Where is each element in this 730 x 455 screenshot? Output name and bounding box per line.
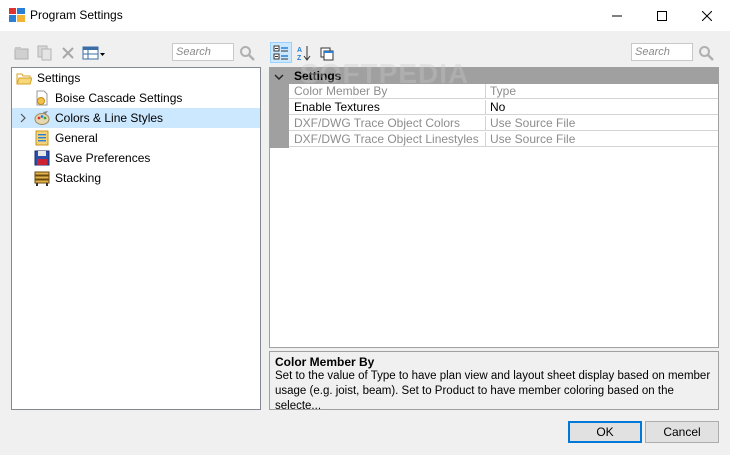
property-row-enable-textures[interactable]: Enable Textures No xyxy=(270,100,718,116)
svg-text:Z: Z xyxy=(297,55,302,61)
description-text: Set to the value of Type to have plan vi… xyxy=(275,370,711,410)
search-icon xyxy=(699,46,714,61)
tree-search-button[interactable] xyxy=(239,45,255,61)
delete-icon xyxy=(62,47,74,59)
tree-item-settings[interactable]: Settings xyxy=(16,68,258,88)
property-value[interactable]: Use Source File xyxy=(485,132,718,147)
stacking-icon xyxy=(34,170,50,186)
title-bar: Program Settings xyxy=(0,0,730,31)
tree-item-general[interactable]: General xyxy=(34,128,258,148)
property-pages-icon xyxy=(320,47,334,61)
tree-item-label: Colors & Line Styles xyxy=(55,111,164,125)
settings-tree[interactable]: Settings Boise Cascade Settings Colors &… xyxy=(11,67,261,410)
view-options-dropdown[interactable] xyxy=(82,45,106,61)
grid-search-button[interactable] xyxy=(698,45,714,61)
category-row-settings[interactable]: Settings xyxy=(270,68,718,84)
expand-chevron-icon[interactable] xyxy=(12,113,34,123)
close-button[interactable] xyxy=(684,0,729,31)
grid-view-icon xyxy=(82,46,105,60)
app-icon xyxy=(9,8,25,22)
maximize-icon xyxy=(656,10,667,21)
tree-item-boise-cascade[interactable]: Boise Cascade Settings xyxy=(34,88,258,108)
sort-az-icon: A Z xyxy=(297,46,311,61)
property-value[interactable]: No xyxy=(485,100,718,115)
tree-item-label: Stacking xyxy=(55,171,102,185)
collapse-chevron-icon[interactable] xyxy=(274,71,284,85)
tree-item-label: Settings xyxy=(37,71,81,85)
property-value[interactable]: Type xyxy=(485,84,718,99)
new-folder-icon xyxy=(14,47,29,60)
categorized-icon xyxy=(273,45,288,59)
copy-icon xyxy=(37,45,52,61)
property-name: DXF/DWG Trace Object Linestyles xyxy=(289,132,485,147)
maximize-button[interactable] xyxy=(639,0,684,31)
grid-search-box[interactable] xyxy=(631,43,693,61)
property-row-color-member-by[interactable]: Color Member By Type xyxy=(270,84,718,100)
window-title: Program Settings xyxy=(30,8,123,22)
tree-item-label: Save Preferences xyxy=(55,151,151,165)
property-value[interactable]: Use Source File xyxy=(485,116,718,131)
settings-page-icon xyxy=(34,90,50,106)
ok-button[interactable]: OK xyxy=(568,421,642,443)
tree-item-stacking[interactable]: Stacking xyxy=(34,168,258,188)
categorized-button[interactable] xyxy=(270,42,292,63)
cancel-button[interactable]: Cancel xyxy=(645,421,719,443)
category-label: Settings xyxy=(294,69,342,83)
alphabetical-button[interactable]: A Z xyxy=(296,45,312,61)
close-icon xyxy=(701,10,712,21)
folder-open-icon xyxy=(16,70,32,86)
tree-item-colors-line-styles[interactable]: Colors & Line Styles xyxy=(12,108,260,128)
svg-text:A: A xyxy=(297,47,302,54)
description-title: Color Member By xyxy=(275,355,375,369)
property-row-trace-object-colors[interactable]: DXF/DWG Trace Object Colors Use Source F… xyxy=(270,116,718,132)
property-row-trace-object-linestyles[interactable]: DXF/DWG Trace Object Linestyles Use Sour… xyxy=(270,132,718,148)
property-name: DXF/DWG Trace Object Colors xyxy=(289,116,485,131)
minimize-icon xyxy=(611,15,622,16)
new-folder-button[interactable] xyxy=(14,45,30,61)
tree-item-save-preferences[interactable]: Save Preferences xyxy=(34,148,258,168)
property-name: Color Member By xyxy=(289,84,485,99)
description-panel: Color Member By Set to the value of Type… xyxy=(269,351,719,410)
palette-icon xyxy=(34,110,50,126)
property-grid[interactable]: Settings Color Member By Type Enable Tex… xyxy=(269,67,719,348)
property-pages-button[interactable] xyxy=(318,45,334,61)
grid-search-input[interactable] xyxy=(632,44,692,60)
copy-button[interactable] xyxy=(37,45,53,61)
property-name: Enable Textures xyxy=(289,100,485,115)
tree-search-box[interactable] xyxy=(172,43,234,61)
tree-item-label: General xyxy=(55,131,98,145)
search-icon xyxy=(240,46,255,61)
minimize-button[interactable] xyxy=(594,0,639,31)
tree-item-label: Boise Cascade Settings xyxy=(55,91,183,105)
general-page-icon xyxy=(34,130,50,146)
tree-search-input[interactable] xyxy=(173,44,233,60)
floppy-disk-icon xyxy=(34,150,50,166)
delete-button[interactable] xyxy=(60,45,76,61)
